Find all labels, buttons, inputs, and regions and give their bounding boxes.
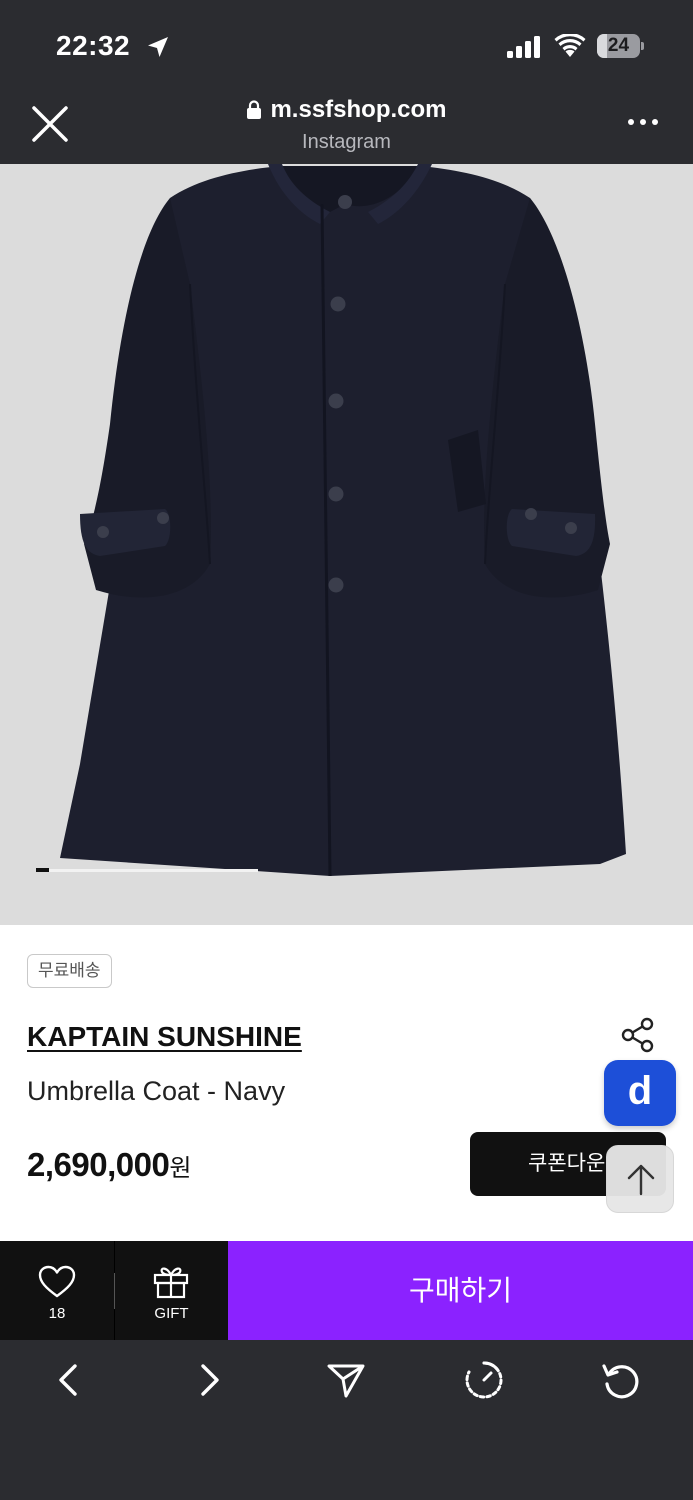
battery-icon: 24 (597, 34, 644, 58)
product-info: 무료배송 KAPTAIN SUNSHINE Umbrella Coat - Na… (0, 925, 693, 1241)
share-icon[interactable] (620, 1017, 656, 1053)
wishlist-count: 18 (48, 1305, 66, 1322)
share-send-icon[interactable] (326, 1360, 366, 1400)
timer-icon[interactable] (464, 1360, 504, 1400)
browser-header: m.ssfshop.com Instagram (0, 86, 693, 164)
price-value: 2,690,000 (27, 1146, 170, 1183)
d-floating-button[interactable]: d (604, 1060, 676, 1126)
slide-indicator-active (36, 868, 49, 872)
browser-bottom-nav (0, 1340, 693, 1500)
slide-indicator (36, 868, 258, 872)
product-name: Umbrella Coat - Navy (27, 1076, 286, 1106)
brand-link[interactable]: KAPTAIN SUNSHINE (27, 1021, 302, 1053)
url-source: Instagram (302, 131, 391, 153)
buy-button[interactable]: 구매하기 (228, 1241, 693, 1340)
free-shipping-badge: 무료배송 (27, 954, 112, 988)
wishlist-button[interactable]: 18 (0, 1241, 114, 1340)
arrow-up-icon (627, 1164, 655, 1196)
gift-button[interactable]: GIFT (115, 1241, 228, 1340)
battery-level: 24 (607, 35, 630, 56)
status-time: 22:32 (56, 30, 131, 61)
back-icon[interactable] (49, 1360, 89, 1400)
address-bar[interactable]: m.ssfshop.com Instagram (0, 96, 693, 154)
forward-icon[interactable] (189, 1360, 229, 1400)
more-icon[interactable] (627, 116, 659, 128)
purchase-action-bar: 18 GIFT 구매하기 (0, 1241, 693, 1340)
price-currency: 원 (169, 1155, 191, 1182)
product-price: 2,690,000원 (27, 1146, 191, 1184)
location-arrow-icon (148, 37, 168, 57)
lock-icon (247, 100, 262, 119)
cellular-signal-icon (507, 36, 540, 58)
scroll-to-top-button[interactable] (606, 1145, 674, 1213)
url-text: m.ssfshop.com (270, 96, 447, 123)
gift-label: GIFT (154, 1305, 189, 1322)
product-image-gallery[interactable] (0, 164, 693, 925)
heart-icon (38, 1265, 76, 1298)
status-bar: 22:32 24 (0, 0, 693, 86)
gift-icon (153, 1267, 189, 1299)
url-line: m.ssfshop.com (246, 96, 447, 124)
wifi-icon (554, 34, 586, 57)
product-image-coat (60, 164, 626, 877)
battery-nub (641, 42, 644, 50)
reload-icon[interactable] (601, 1360, 641, 1400)
